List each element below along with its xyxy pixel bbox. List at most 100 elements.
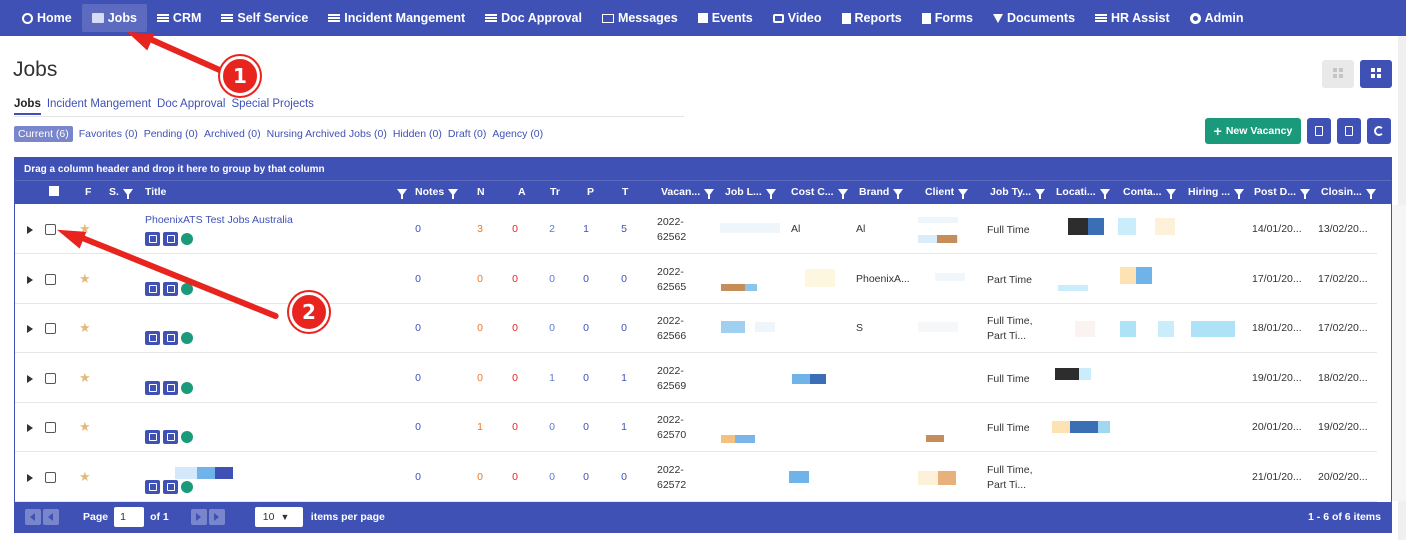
t-count[interactable]: 1 — [614, 372, 634, 384]
row-checkbox[interactable] — [45, 422, 56, 433]
p-count[interactable]: 0 — [576, 372, 596, 384]
filter-agency[interactable]: Agency (0) — [492, 128, 543, 140]
filter-icon[interactable] — [1300, 188, 1311, 199]
col-job-location[interactable]: Job L... — [725, 186, 776, 199]
favorite-star-icon[interactable]: ★ — [79, 419, 91, 435]
nav-video[interactable]: Video — [763, 0, 832, 36]
a-count[interactable]: 0 — [505, 471, 525, 483]
expand-row-icon[interactable] — [27, 226, 33, 234]
tr-count[interactable]: 0 — [542, 273, 562, 285]
col-a[interactable]: A — [518, 186, 526, 198]
t-count[interactable]: 0 — [614, 273, 634, 285]
n-count[interactable]: 0 — [470, 471, 490, 483]
filter-icon[interactable] — [1165, 188, 1176, 199]
filter-icon[interactable] — [893, 188, 904, 199]
col-notes[interactable]: Notes — [415, 186, 459, 199]
favorite-star-icon[interactable]: ★ — [79, 271, 91, 287]
col-title[interactable]: Title — [145, 186, 166, 198]
p-count[interactable]: 0 — [576, 421, 596, 433]
p-count[interactable]: 0 — [576, 273, 596, 285]
favorite-star-icon[interactable]: ★ — [79, 370, 91, 386]
table-row[interactable]: ★ 0 0 0 0 0 0 2022- 62566 S Full Time, Par… — [15, 304, 1377, 353]
nav-documents[interactable]: Documents — [983, 0, 1085, 36]
col-tr[interactable]: Tr — [550, 186, 560, 198]
edit-icon[interactable] — [163, 232, 178, 246]
notes-count[interactable]: 0 — [408, 273, 428, 285]
first-page-button[interactable] — [25, 509, 41, 525]
edit-icon[interactable] — [163, 430, 178, 444]
col-contact[interactable]: Conta... — [1123, 186, 1176, 199]
job-title-link[interactable]: PhoenixATS Test Jobs Australia — [145, 214, 293, 226]
row-checkbox[interactable] — [45, 372, 56, 384]
p-count[interactable]: 0 — [576, 322, 596, 334]
col-t[interactable]: T — [622, 186, 628, 198]
export-pdf-button[interactable] — [1337, 118, 1361, 144]
notes-count[interactable]: 0 — [408, 322, 428, 334]
a-count[interactable]: 0 — [505, 223, 525, 235]
filter-icon[interactable] — [1099, 188, 1110, 199]
tab-jobs[interactable]: Jobs — [14, 98, 41, 115]
col-job-type[interactable]: Job Ty... — [990, 186, 1046, 199]
t-count[interactable]: 0 — [614, 471, 634, 483]
refresh-button[interactable] — [1367, 118, 1391, 144]
t-count[interactable]: 5 — [614, 223, 634, 235]
tr-count[interactable]: 1 — [542, 372, 562, 384]
last-page-button[interactable] — [208, 509, 225, 525]
select-all-checkbox[interactable] — [49, 186, 59, 199]
n-count[interactable]: 3 — [470, 223, 490, 235]
p-count[interactable]: 0 — [576, 471, 596, 483]
nav-events[interactable]: Events — [688, 0, 763, 36]
edit-icon[interactable] — [163, 380, 178, 395]
edit-icon[interactable] — [163, 479, 178, 494]
export-excel-button[interactable] — [1307, 118, 1331, 144]
edit-icon[interactable] — [163, 281, 178, 296]
prev-page-button[interactable] — [43, 509, 59, 525]
tab-incident-management[interactable]: Incident Mangement — [47, 98, 151, 115]
col-title-filter[interactable] — [393, 186, 407, 199]
a-count[interactable]: 0 — [505, 322, 525, 334]
notes-count[interactable]: 0 — [408, 372, 428, 384]
tr-count[interactable]: 2 — [542, 223, 562, 235]
col-location[interactable]: Locati... — [1056, 186, 1110, 199]
new-vacancy-button[interactable]: + New Vacancy — [1205, 118, 1301, 144]
filter-icon[interactable] — [1365, 188, 1376, 199]
filter-icon[interactable] — [765, 188, 776, 199]
row-checkbox[interactable] — [45, 273, 56, 285]
t-count[interactable]: 0 — [614, 322, 634, 334]
n-count[interactable]: 0 — [470, 322, 490, 334]
nav-hr-assist[interactable]: HR Assist — [1085, 0, 1180, 36]
expand-row-icon[interactable] — [27, 473, 33, 482]
nav-home[interactable]: Home — [12, 0, 82, 36]
grid-view-button[interactable] — [1322, 60, 1354, 88]
copy-icon[interactable] — [145, 430, 160, 444]
filter-icon[interactable] — [122, 188, 133, 199]
favorite-star-icon[interactable]: ★ — [79, 469, 91, 485]
group-drop-zone[interactable]: Drag a column header and drop it here to… — [15, 158, 1391, 180]
a-count[interactable]: 0 — [505, 421, 525, 433]
filter-icon[interactable] — [1035, 188, 1046, 199]
edit-icon[interactable] — [163, 331, 178, 345]
filter-icon[interactable] — [448, 188, 459, 199]
a-count[interactable]: 0 — [505, 372, 525, 384]
expand-row-icon[interactable] — [27, 424, 33, 432]
col-brand[interactable]: Brand — [859, 186, 904, 199]
row-checkbox[interactable] — [45, 471, 56, 483]
col-vacancy[interactable]: Vacan... — [661, 186, 715, 199]
filter-hidden[interactable]: Hidden (0) — [393, 128, 442, 140]
col-cost-centre[interactable]: Cost C... — [791, 186, 848, 199]
nav-crm[interactable]: CRM — [147, 0, 211, 36]
filter-pending[interactable]: Pending (0) — [144, 128, 198, 140]
filter-current[interactable]: Current (6) — [14, 126, 73, 142]
col-favorite[interactable]: F — [85, 186, 91, 198]
n-count[interactable]: 0 — [470, 273, 490, 285]
nav-messages[interactable]: Messages — [592, 0, 688, 36]
filter-icon[interactable] — [1234, 188, 1244, 199]
tab-special-projects[interactable]: Special Projects — [231, 98, 313, 115]
filter-archived[interactable]: Archived (0) — [204, 128, 261, 140]
filter-icon[interactable] — [958, 188, 969, 199]
filter-favorites[interactable]: Favorites (0) — [79, 128, 138, 140]
col-hiring-manager[interactable]: Hiring ... — [1188, 186, 1244, 199]
nav-forms[interactable]: Forms — [912, 0, 983, 36]
notes-count[interactable]: 0 — [408, 421, 428, 433]
table-row[interactable]: ★ 0 0 0 0 0 0 2022- 62572 Full Time, Part … — [15, 453, 1377, 502]
